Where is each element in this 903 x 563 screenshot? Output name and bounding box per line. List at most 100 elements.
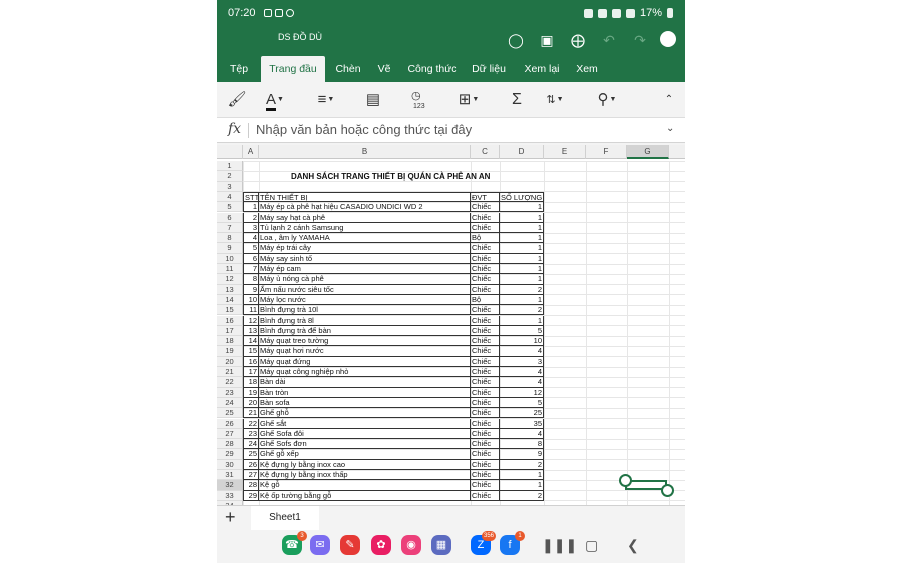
row-header[interactable]: 7 <box>217 222 243 234</box>
number-format-button[interactable]: ◷ 123 <box>409 88 431 112</box>
cell-stt[interactable]: 7 <box>243 264 259 275</box>
column-header[interactable]: E <box>544 145 586 159</box>
format-painter-icon[interactable]: 🖌 <box>227 88 247 112</box>
wrap-text-icon[interactable]: ▤ <box>363 88 383 112</box>
cell-qty[interactable]: 1 <box>500 315 544 326</box>
search-button[interactable]: ⚲▼ <box>593 88 621 112</box>
row-header[interactable]: 29 <box>217 449 243 460</box>
cell-qty[interactable]: 35 <box>500 418 544 429</box>
row-header[interactable]: 22 <box>217 377 243 388</box>
tab-3[interactable]: Chèn <box>327 54 369 82</box>
cell-qty[interactable]: 10 <box>500 336 544 347</box>
select-all-corner[interactable] <box>217 145 243 159</box>
tab-8[interactable]: Xem <box>572 54 602 82</box>
row-header[interactable]: 16 <box>217 315 243 326</box>
row-header[interactable]: 9 <box>217 243 243 254</box>
cell-name[interactable]: Ấm nấu nước siêu tốc <box>259 284 471 295</box>
formula-input[interactable]: Nhập văn bản hoặc công thức tại đây <box>256 122 472 137</box>
cell-unit[interactable]: Chiếc <box>471 439 500 450</box>
cell-stt[interactable]: 23 <box>243 428 259 440</box>
cell-stt[interactable]: 14 <box>243 336 259 347</box>
add-sheet-button[interactable]: + <box>225 507 236 528</box>
cell-qty[interactable]: 3 <box>500 356 544 367</box>
row-header[interactable]: 5 <box>217 202 243 213</box>
cell-name[interactable]: Máy lọc nước <box>259 294 471 306</box>
cell-name[interactable]: Máy quạt đứng <box>259 356 471 367</box>
cell-unit[interactable]: Chiếc <box>471 428 500 440</box>
cell-qty[interactable]: 1 <box>500 222 544 234</box>
row-header[interactable]: 19 <box>217 346 243 357</box>
cell-stt[interactable]: 24 <box>243 439 259 450</box>
row-header[interactable]: 20 <box>217 356 243 367</box>
cell-qty[interactable]: 2 <box>500 490 544 501</box>
cell-stt[interactable]: 1 <box>243 202 259 213</box>
row-header[interactable]: 12 <box>217 274 243 285</box>
cell-qty[interactable]: 25 <box>500 408 544 419</box>
cell-qty[interactable]: 1 <box>500 480 544 491</box>
cell-name[interactable]: Bàn tròn <box>259 387 471 398</box>
tab-5[interactable]: Công thức <box>401 54 463 82</box>
cell-unit[interactable]: Chiếc <box>471 243 500 254</box>
cell-qty[interactable]: 8 <box>500 439 544 450</box>
cell-qty[interactable]: 5 <box>500 325 544 337</box>
font-color-button[interactable]: A▼ <box>261 88 289 112</box>
header-cell-stt[interactable]: STT <box>243 191 259 203</box>
tab-1[interactable]: Tệp <box>217 54 261 82</box>
cell-qty[interactable]: 2 <box>500 459 544 470</box>
row-header[interactable]: 10 <box>217 253 243 264</box>
row-header[interactable]: 31 <box>217 470 243 481</box>
row-header[interactable]: 24 <box>217 397 243 409</box>
cell-stt[interactable]: 10 <box>243 294 259 306</box>
apps-app-icon[interactable]: ▦ <box>431 535 451 555</box>
cell-name[interactable]: Ghế sắt <box>259 418 471 429</box>
column-header[interactable]: C <box>471 145 500 159</box>
column-header[interactable]: B <box>259 145 471 159</box>
cell-unit[interactable]: Chiếc <box>471 346 500 357</box>
cell-name[interactable]: Loa , âm ly YAMAHA <box>259 233 471 244</box>
phone-app-icon[interactable]: ☎ 3 <box>282 531 307 555</box>
cell-name[interactable]: Máy ép cam <box>259 264 471 275</box>
cell-qty[interactable]: 4 <box>500 377 544 388</box>
cell-unit[interactable]: Chiếc <box>471 377 500 388</box>
messages-app-icon[interactable]: ✉ <box>310 535 330 555</box>
zalo-app-icon[interactable]: Z 356 <box>471 531 496 555</box>
cell-unit[interactable]: Chiếc <box>471 449 500 460</box>
cell-qty[interactable]: 9 <box>500 449 544 460</box>
cell-unit[interactable]: Chiếc <box>471 470 500 481</box>
cell-unit[interactable]: Chiếc <box>471 397 500 409</box>
cell-qty[interactable]: 1 <box>500 212 544 223</box>
cell-stt[interactable]: 27 <box>243 470 259 481</box>
recent-apps-icon[interactable]: ❚❚❚ <box>542 537 577 554</box>
cell-stt[interactable]: 4 <box>243 233 259 244</box>
borders-button[interactable]: ⊞▼ <box>455 88 483 112</box>
flower-app-icon[interactable]: ✿ <box>371 535 391 555</box>
header-cell-name[interactable]: TÊN THIẾT BỊ <box>259 191 471 203</box>
row-header[interactable]: 17 <box>217 325 243 337</box>
cell-qty[interactable]: 4 <box>500 367 544 378</box>
cell-stt[interactable]: 2 <box>243 212 259 223</box>
cell-name[interactable]: Kệ ốp tường bằng gỗ <box>259 490 471 501</box>
row-header[interactable]: 18 <box>217 336 243 347</box>
header-cell-unit[interactable]: ĐVT <box>471 191 500 203</box>
cell-qty[interactable]: 2 <box>500 284 544 295</box>
cell-qty[interactable]: 1 <box>500 243 544 254</box>
cell-stt[interactable]: 29 <box>243 490 259 501</box>
cell-qty[interactable]: 4 <box>500 346 544 357</box>
cell-name[interactable]: Bình đựng trà để bàn <box>259 325 471 337</box>
row-header[interactable]: 13 <box>217 284 243 295</box>
cell-name[interactable]: Ghế ghỗ <box>259 408 471 419</box>
tab-2[interactable]: Trang đầu <box>261 56 325 82</box>
tab-4[interactable]: Vẽ <box>370 54 398 82</box>
cell-unit[interactable]: Chiếc <box>471 418 500 429</box>
undo-icon[interactable]: ↶ <box>597 28 621 52</box>
tab-7[interactable]: Xem lại <box>514 54 570 82</box>
row-header[interactable]: 4 <box>217 191 243 203</box>
lightbulb-icon[interactable]: ◯ <box>504 28 528 52</box>
cell-name[interactable]: Bình đựng trà 10l <box>259 305 471 316</box>
cell-stt[interactable]: 8 <box>243 274 259 285</box>
save-icon[interactable]: ▣ <box>535 28 559 52</box>
cell-stt[interactable]: 28 <box>243 480 259 491</box>
row-header[interactable]: 25 <box>217 408 243 419</box>
sheet-tab[interactable]: Sheet1 <box>251 506 319 530</box>
cell-name[interactable]: Bàn dài <box>259 377 471 388</box>
